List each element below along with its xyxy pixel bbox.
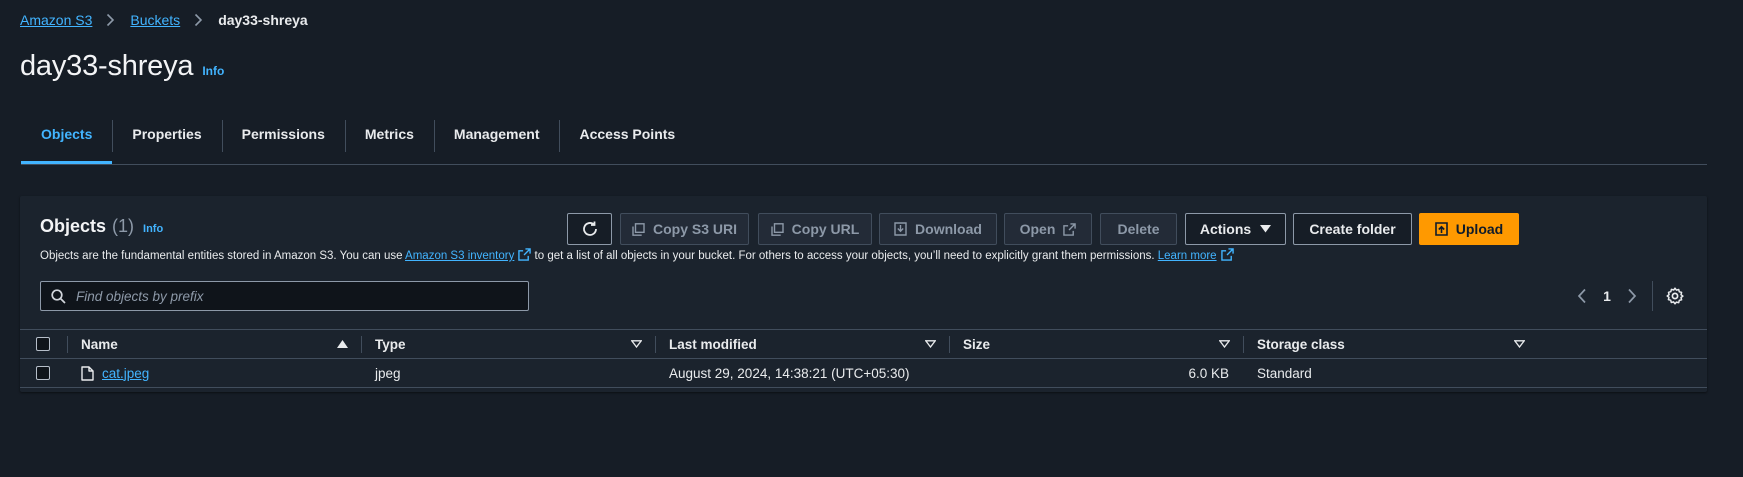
create-folder-label: Create folder <box>1309 221 1396 237</box>
tab-bar: Objects Properties Permissions Metrics M… <box>21 118 1707 165</box>
delete-label: Delete <box>1117 221 1160 237</box>
column-header-name[interactable]: Name <box>81 337 118 352</box>
tab-access-points[interactable]: Access Points <box>559 118 695 152</box>
sort-down-icon[interactable] <box>925 340 936 348</box>
object-size: 6.0 KB <box>1188 365 1229 381</box>
external-link-icon <box>1220 248 1234 261</box>
tab-management[interactable]: Management <box>433 118 560 152</box>
download-button[interactable]: Download <box>879 213 997 245</box>
learn-more-label: Learn more <box>1157 250 1217 262</box>
breadcrumb-amazon-s3[interactable]: Amazon S3 <box>20 12 92 28</box>
info-link[interactable]: Info <box>202 64 224 78</box>
object-last-modified: August 29, 2024, 14:38:21 (UTC+05:30) <box>669 365 910 381</box>
s3-inventory-link-label: Amazon S3 inventory <box>405 250 515 262</box>
upload-icon <box>1434 222 1448 236</box>
upload-button[interactable]: Upload <box>1419 213 1519 245</box>
column-separator <box>655 336 656 353</box>
objects-panel: Objects (1) Info Objects are the fundame… <box>20 196 1707 392</box>
chevron-left-icon <box>1577 288 1586 304</box>
checkbox[interactable] <box>36 337 50 351</box>
download-label: Download <box>915 221 982 237</box>
column-header-type[interactable]: Type <box>375 337 406 352</box>
actions-dropdown[interactable]: Actions <box>1185 213 1286 245</box>
objects-count: (1) <box>112 216 135 236</box>
chevron-right-icon <box>1628 288 1637 304</box>
caret-down-icon <box>1260 225 1272 233</box>
sort-down-icon[interactable] <box>1219 340 1230 348</box>
tab-properties[interactable]: Properties <box>112 118 221 152</box>
sort-down-icon[interactable] <box>1514 340 1525 348</box>
refresh-button[interactable] <box>567 213 612 245</box>
table-settings-button[interactable] <box>1663 287 1687 305</box>
delete-button[interactable]: Delete <box>1100 213 1177 245</box>
breadcrumb: Amazon S3 Buckets day33-shreya <box>20 12 308 28</box>
column-header-last-modified[interactable]: Last modified <box>669 337 757 352</box>
copy-s3-uri-button[interactable]: Copy S3 URI <box>620 213 749 245</box>
objects-header: Objects (1) Info <box>40 216 163 237</box>
objects-title: Objects <box>40 216 107 236</box>
breadcrumb-buckets[interactable]: Buckets <box>130 12 180 28</box>
pagination: 1 <box>1570 281 1687 311</box>
object-storage-class: Standard <box>1257 365 1312 381</box>
chevron-right-icon <box>106 12 116 28</box>
sort-down-icon[interactable] <box>631 340 642 348</box>
column-separator <box>1243 336 1244 353</box>
table-header: Name Type Last modified Size Storage cla… <box>20 329 1707 359</box>
description-text-1: Objects are the fundamental entities sto… <box>40 250 406 262</box>
file-icon <box>81 365 94 381</box>
external-link-icon <box>518 248 532 261</box>
column-separator <box>949 336 950 353</box>
chevron-right-icon <box>194 12 204 28</box>
pager-divider <box>1652 281 1653 311</box>
tab-permissions[interactable]: Permissions <box>221 118 345 152</box>
checkbox[interactable] <box>36 366 50 380</box>
create-folder-button[interactable]: Create folder <box>1293 213 1412 245</box>
copy-icon <box>632 222 645 236</box>
search-box[interactable] <box>40 281 529 311</box>
column-separator <box>67 336 68 353</box>
description-text-2: to get a list of all objects in your buc… <box>531 250 1158 262</box>
select-all-checkbox[interactable] <box>36 337 50 351</box>
object-type: jpeg <box>375 365 401 381</box>
copy-url-button[interactable]: Copy URL <box>758 213 872 245</box>
sort-ascending-icon[interactable] <box>337 340 348 348</box>
external-link-icon <box>1063 222 1077 236</box>
objects-table: Name Type Last modified Size Storage cla… <box>20 329 1707 388</box>
tab-objects[interactable]: Objects <box>21 118 113 164</box>
current-page-number[interactable]: 1 <box>1594 288 1620 304</box>
objects-info-link[interactable]: Info <box>143 223 163 235</box>
copy-icon <box>770 222 784 236</box>
column-header-storage-class[interactable]: Storage class <box>1257 337 1345 352</box>
actions-label: Actions <box>1199 221 1252 237</box>
column-header-size[interactable]: Size <box>963 337 990 352</box>
open-button[interactable]: Open <box>1004 213 1092 245</box>
copy-s3-uri-label: Copy S3 URI <box>652 221 737 237</box>
breadcrumb-current: day33-shreya <box>218 12 308 28</box>
refresh-icon <box>582 221 597 236</box>
object-name-link[interactable]: cat.jpeg <box>102 366 149 381</box>
table-row[interactable]: cat.jpeg jpeg August 29, 2024, 14:38:21 … <box>20 359 1707 388</box>
next-page-button[interactable] <box>1620 288 1644 304</box>
download-icon <box>894 222 907 236</box>
column-separator <box>361 336 362 353</box>
s3-inventory-link[interactable]: Amazon S3 inventory <box>405 248 532 262</box>
upload-label: Upload <box>1455 221 1504 237</box>
learn-more-link[interactable]: Learn more <box>1157 248 1234 262</box>
search-input[interactable] <box>74 287 518 305</box>
copy-url-label: Copy URL <box>791 221 860 237</box>
objects-description: Objects are the fundamental entities sto… <box>40 248 1234 262</box>
tab-metrics[interactable]: Metrics <box>344 118 434 152</box>
page-header: day33-shreya Info <box>20 50 224 83</box>
row-checkbox[interactable] <box>36 366 50 380</box>
gear-icon <box>1666 287 1684 305</box>
open-label: Open <box>1019 221 1056 237</box>
search-icon <box>51 288 66 304</box>
previous-page-button[interactable] <box>1570 288 1594 304</box>
page-title: day33-shreya <box>20 50 194 82</box>
